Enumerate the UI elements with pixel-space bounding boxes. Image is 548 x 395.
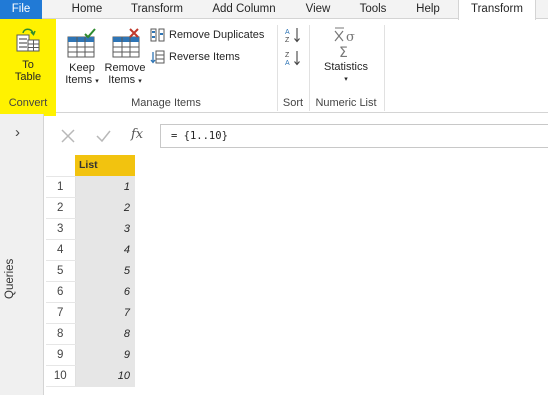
sort-descending-button[interactable]: Z A (283, 49, 303, 70)
tab-tools[interactable]: Tools (353, 0, 393, 19)
to-table-button[interactable]: To Table (4, 27, 52, 83)
data-preview-grid: List 11 22 33 44 55 66 77 88 99 10 10 (46, 155, 135, 387)
row-number: 6 (46, 281, 76, 303)
remove-items-icon (112, 28, 140, 58)
table-row: 33 (46, 218, 135, 240)
fx-icon[interactable]: fx (131, 127, 143, 142)
convert-group-label: Convert (8, 97, 48, 109)
sort-group-label: Sort (282, 97, 304, 109)
svg-text:A: A (285, 29, 290, 36)
statistics-icon: σ Σ (334, 27, 355, 59)
check-icon (96, 130, 111, 143)
table-row: 10 10 (46, 365, 135, 387)
remove-items-label-line1: Remove (104, 62, 146, 74)
ribbon-separator (309, 25, 310, 111)
tab-view[interactable]: View (298, 0, 338, 19)
ribbon-separator (384, 25, 385, 111)
table-cell[interactable]: 1 (75, 176, 135, 198)
keep-items-icon (67, 28, 96, 58)
statistics-button[interactable]: σ Σ Statistics ▾ (316, 25, 376, 86)
table-cell[interactable]: 4 (75, 239, 135, 261)
table-row: 77 (46, 302, 135, 324)
table-row: 44 (46, 239, 135, 261)
queries-pane-collapsed: › Queries (0, 114, 44, 395)
table-cell[interactable]: 8 (75, 323, 135, 345)
remove-duplicates-icon (150, 28, 165, 42)
sort-ascending-icon: A Z (285, 28, 300, 44)
row-number: 5 (46, 260, 76, 282)
reverse-items-button[interactable]: Reverse Items (150, 49, 240, 65)
table-row: 22 (46, 197, 135, 219)
queries-pane-label[interactable]: Queries (4, 259, 16, 299)
tab-file[interactable]: File (0, 0, 42, 19)
keep-items-button[interactable]: Keep Items ▾ (62, 27, 102, 88)
row-number: 3 (46, 218, 76, 240)
table-cell[interactable]: 6 (75, 281, 135, 303)
table-row: 11 (46, 176, 135, 198)
remove-duplicates-label: Remove Duplicates (169, 29, 265, 41)
ribbon-tab-bar: File Home Transform Add Column View Tool… (0, 0, 548, 20)
to-table-label-line1: To (22, 59, 34, 71)
row-number: 10 (46, 365, 76, 387)
convert-group: To Table Convert (0, 19, 56, 116)
manage-items-group-label: Manage Items (131, 97, 201, 109)
svg-text:A: A (285, 60, 290, 67)
reverse-items-icon (150, 50, 165, 64)
tab-home[interactable]: Home (65, 0, 109, 19)
table-cell[interactable]: 3 (75, 218, 135, 240)
keep-items-label-line1: Keep (69, 62, 95, 74)
row-number: 8 (46, 323, 76, 345)
svg-text:Σ: Σ (339, 45, 348, 59)
cancel-icon (61, 129, 75, 143)
row-number: 9 (46, 344, 76, 366)
sort-descending-icon: Z A (285, 51, 300, 67)
row-number: 2 (46, 197, 76, 219)
to-table-icon (16, 28, 40, 52)
tab-list-tools-transform[interactable]: Transform (458, 0, 536, 20)
formula-input[interactable]: = {1..10} (160, 124, 548, 148)
remove-items-button[interactable]: Remove Items ▾ (103, 27, 147, 88)
chevron-right-icon[interactable]: › (15, 124, 20, 141)
to-table-label-line2: Table (14, 71, 42, 83)
table-row: 55 (46, 260, 135, 282)
sort-ascending-button[interactable]: A Z (283, 26, 303, 47)
table-cell[interactable]: 7 (75, 302, 135, 324)
table-cell[interactable]: 9 (75, 344, 135, 366)
grid-corner[interactable] (46, 155, 75, 177)
tab-add-column[interactable]: Add Column (205, 0, 283, 19)
statistics-label: Statistics (323, 61, 368, 73)
table-cell[interactable]: 10 (75, 365, 135, 387)
table-cell[interactable]: 2 (75, 197, 135, 219)
tab-help[interactable]: Help (408, 0, 448, 19)
svg-text:Z: Z (285, 52, 290, 59)
statistics-dropdown-icon: ▾ (344, 76, 348, 83)
ribbon: To Table Convert Keep Items ▾ Remove Ite… (0, 19, 548, 116)
table-row: 99 (46, 344, 135, 366)
formula-bar-controls: fx (48, 124, 158, 148)
reverse-items-label: Reverse Items (169, 51, 240, 63)
remove-items-dropdown-icon: ▾ (138, 78, 142, 85)
keep-items-label-line2: Items ▾ (65, 74, 99, 86)
svg-text:σ: σ (346, 30, 355, 45)
tab-transform[interactable]: Transform (124, 0, 190, 19)
keep-items-dropdown-icon: ▾ (95, 78, 99, 85)
table-row: 66 (46, 281, 135, 303)
row-number: 7 (46, 302, 76, 324)
column-header-list[interactable]: List (75, 155, 135, 177)
remove-duplicates-button[interactable]: Remove Duplicates (150, 27, 264, 43)
ribbon-separator (277, 25, 278, 111)
table-cell[interactable]: 5 (75, 260, 135, 282)
row-number: 4 (46, 239, 76, 261)
numeric-list-group-label: Numeric List (315, 97, 377, 109)
table-row: 88 (46, 323, 135, 345)
remove-items-label-line2: Items ▾ (108, 74, 142, 86)
svg-text:Z: Z (285, 37, 290, 44)
row-number: 1 (46, 176, 76, 198)
